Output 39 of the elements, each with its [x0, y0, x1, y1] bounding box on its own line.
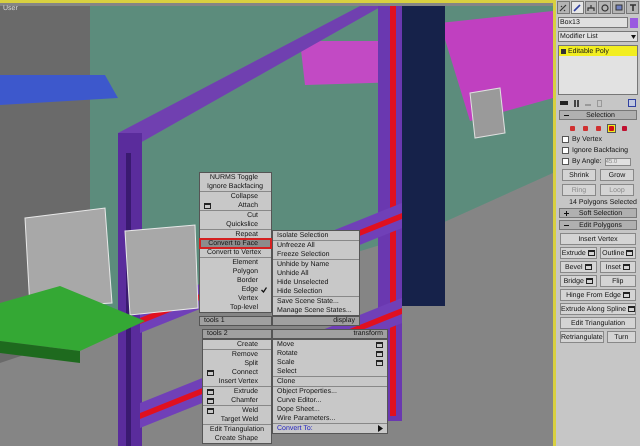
checkbox[interactable]	[562, 158, 569, 165]
create-icon	[559, 4, 568, 12]
show-end-result-icon[interactable]	[574, 100, 579, 106]
color-swatch[interactable]	[630, 18, 638, 28]
checkmark-icon	[261, 286, 267, 292]
settings-icon	[628, 306, 635, 312]
settings-icon	[626, 250, 634, 256]
utilities-tab[interactable]	[626, 1, 639, 14]
border-level-icon[interactable]	[594, 124, 602, 132]
expand-icon	[561, 48, 566, 54]
minus-icon	[564, 112, 569, 118]
modify-icon	[573, 4, 582, 12]
plus-icon	[564, 210, 569, 216]
hierarchy-tab[interactable]	[584, 1, 598, 14]
configure-sets-icon[interactable]	[628, 99, 636, 107]
modify-tab[interactable]	[570, 1, 584, 14]
checkbox[interactable]	[562, 136, 569, 143]
settings-icon	[622, 292, 630, 298]
settings-icon	[588, 250, 595, 256]
settings-icon	[204, 202, 211, 208]
settings-icon	[207, 370, 214, 376]
create-tab[interactable]	[557, 1, 570, 14]
settings-icon	[584, 264, 592, 270]
settings-icon	[586, 278, 593, 284]
submenu-arrow-icon	[378, 425, 383, 432]
display-icon	[614, 4, 623, 12]
element-level-icon[interactable]	[620, 124, 628, 132]
motion-tab[interactable]	[598, 1, 612, 14]
display-tab[interactable]	[612, 1, 626, 14]
hierarchy-icon	[587, 4, 596, 12]
settings-icon	[622, 264, 630, 270]
checkbox[interactable]	[562, 147, 569, 154]
edge-level-icon[interactable]	[580, 124, 590, 132]
vertex-level-icon[interactable]	[568, 124, 576, 132]
utilities-icon	[628, 4, 637, 12]
polygon-level-icon[interactable]	[606, 124, 616, 132]
motion-icon	[600, 4, 609, 12]
dropdown-arrow-icon	[631, 34, 636, 38]
minus-icon	[564, 222, 569, 228]
